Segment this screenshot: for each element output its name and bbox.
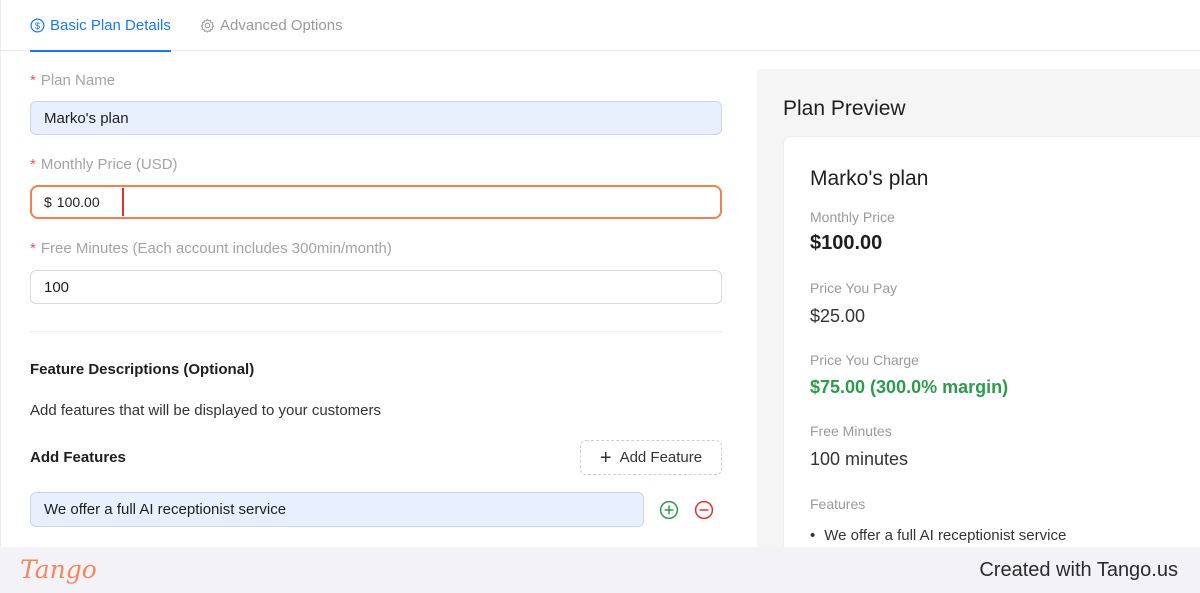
plan-name-input[interactable]: Marko's plan	[30, 101, 722, 135]
input-value: We offer a full AI receptionist service	[44, 501, 287, 518]
tab-advanced-options[interactable]: Advanced Options	[200, 0, 343, 51]
required-marker: *	[30, 240, 36, 257]
monthly-price-input[interactable]: $ 100.00	[30, 185, 722, 219]
plan-preview-card: Marko's plan Monthly Price $100.00 Price…	[783, 136, 1200, 547]
tab-bar: $ Basic Plan Details Advanced Options	[1, 0, 1200, 52]
required-marker: *	[30, 156, 36, 173]
add-features-title: Add Features	[30, 449, 126, 466]
features-preview-label: Features	[810, 496, 866, 512]
feature-input[interactable]: We offer a full AI receptionist service	[30, 492, 644, 527]
label-text: Monthly Price (USD)	[40, 156, 178, 173]
remove-feature-row-icon[interactable]	[694, 500, 714, 520]
input-value: 100	[44, 278, 70, 296]
plan-name-label: * Plan Name	[30, 72, 115, 89]
free-minutes-input[interactable]: 100	[30, 270, 722, 304]
required-marker: *	[30, 72, 36, 89]
plus-icon: +	[599, 446, 612, 469]
monthly-price-label: * Monthly Price (USD)	[30, 156, 178, 173]
price-you-pay-value: $25.00	[810, 306, 866, 326]
page: $ Basic Plan Details Advanced Options * P…	[0, 0, 1200, 547]
dollar-circle-icon: $	[30, 18, 45, 33]
created-with-tango: Created with Tango.us	[979, 559, 1178, 581]
monthly-price-preview-label: Monthly Price	[810, 209, 895, 225]
tab-label: Advanced Options	[220, 17, 343, 34]
monthly-price-preview-value: $100.00	[810, 232, 883, 254]
free-minutes-preview-label: Free Minutes	[810, 423, 892, 439]
feature-descriptions-title: Feature Descriptions (Optional)	[30, 361, 255, 378]
section-divider	[30, 331, 722, 332]
plan-editor-panel: $ Basic Plan Details Advanced Options * P…	[0, 0, 1200, 547]
input-value: 100.00	[56, 194, 100, 210]
features-preview-item: • We offer a full AI receptionist service	[810, 527, 1066, 544]
free-minutes-preview-value: 100 minutes	[810, 449, 909, 469]
currency-prefix: $	[44, 194, 52, 210]
tango-footer: Tango Created with Tango.us	[0, 547, 1200, 593]
tango-logo: Tango	[20, 555, 97, 584]
monthly-price-value[interactable]: $ 100.00	[33, 188, 124, 216]
input-value: Marko's plan	[44, 109, 129, 127]
plan-preview-title: Plan Preview	[783, 97, 906, 120]
tab-label: Basic Plan Details	[50, 17, 171, 34]
plan-preview-panel: Plan Preview Marko's plan Monthly Price …	[757, 69, 1200, 547]
feature-text: We offer a full AI receptionist service	[824, 527, 1067, 544]
preview-plan-name: Marko's plan	[810, 167, 929, 190]
price-you-charge-value: $75.00 (300.0% margin)	[810, 377, 1009, 397]
button-label: Add Feature	[619, 449, 703, 466]
price-you-pay-label: Price You Pay	[810, 280, 898, 296]
gear-icon	[200, 18, 215, 33]
feature-descriptions-text: Add features that will be displayed to y…	[30, 402, 382, 419]
label-text: Free Minutes (Each account includes 300m…	[40, 240, 392, 257]
add-feature-row-icon[interactable]	[659, 500, 679, 520]
label-text: Plan Name	[40, 72, 116, 89]
add-feature-button[interactable]: + Add Feature	[580, 440, 722, 475]
svg-text:$: $	[35, 21, 41, 31]
bullet: •	[810, 527, 816, 544]
free-minutes-label: * Free Minutes (Each account includes 300…	[30, 240, 392, 257]
price-you-charge-label: Price You Charge	[810, 352, 919, 368]
tab-basic-plan-details[interactable]: $ Basic Plan Details	[30, 0, 171, 52]
